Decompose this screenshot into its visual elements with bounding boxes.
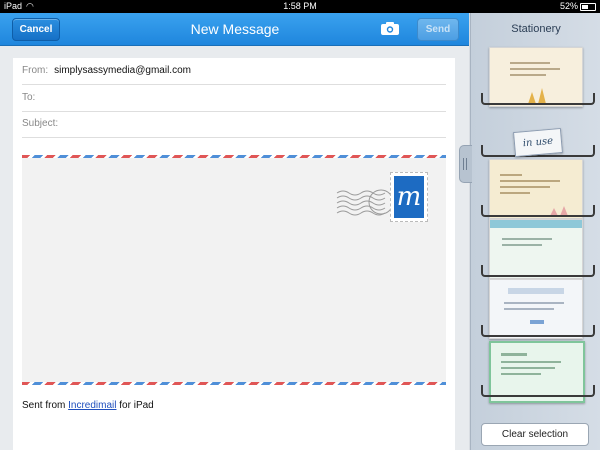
- battery-percent: 52%: [559, 1, 578, 11]
- signature-prefix: Sent from: [22, 400, 66, 411]
- from-value: simplysassymedia@gmail.com: [54, 65, 191, 76]
- incredimail-link[interactable]: Incredimail: [68, 400, 116, 411]
- camera-icon[interactable]: [381, 22, 399, 35]
- stamp-icon: m: [390, 172, 428, 222]
- stationery-rack: [481, 93, 595, 105]
- stationery-rack: [481, 205, 595, 217]
- status-time: 1:58 PM: [283, 1, 317, 11]
- panel-drag-handle[interactable]: [459, 145, 472, 183]
- from-label: From:: [22, 65, 49, 76]
- subject-field[interactable]: Subject:: [22, 111, 446, 138]
- status-bar: iPad ◠ 1:58 PM 52%: [0, 0, 600, 13]
- airmail-stripe-bottom: [22, 382, 446, 385]
- stationery-rack: [481, 385, 595, 397]
- compose-header: Cancel New Message Send: [0, 13, 469, 46]
- stationery-panel: Stationery in use Clear selection: [459, 13, 600, 450]
- airmail-stripe-top: [22, 155, 446, 158]
- to-field[interactable]: To:: [22, 85, 446, 112]
- send-button[interactable]: Send: [417, 18, 459, 41]
- page-title: New Message: [190, 21, 280, 37]
- stationery-rack: [481, 265, 595, 277]
- cancel-button[interactable]: Cancel: [12, 18, 60, 41]
- clear-selection-button[interactable]: Clear selection: [481, 423, 589, 446]
- signature-line: Sent from Incredimail for iPad: [22, 400, 154, 411]
- stamp-letter: m: [394, 176, 424, 218]
- to-label: To:: [22, 92, 36, 103]
- postmark-icon: [336, 189, 394, 216]
- from-field[interactable]: From: simplysassymedia@gmail.com: [22, 58, 446, 85]
- in-use-tag: in use: [513, 127, 563, 158]
- subject-label: Subject:: [22, 118, 59, 129]
- stationery-rack: [481, 325, 595, 337]
- stationery-title: Stationery: [511, 23, 561, 35]
- battery-icon: [580, 3, 596, 11]
- signature-suffix: for iPad: [119, 400, 154, 411]
